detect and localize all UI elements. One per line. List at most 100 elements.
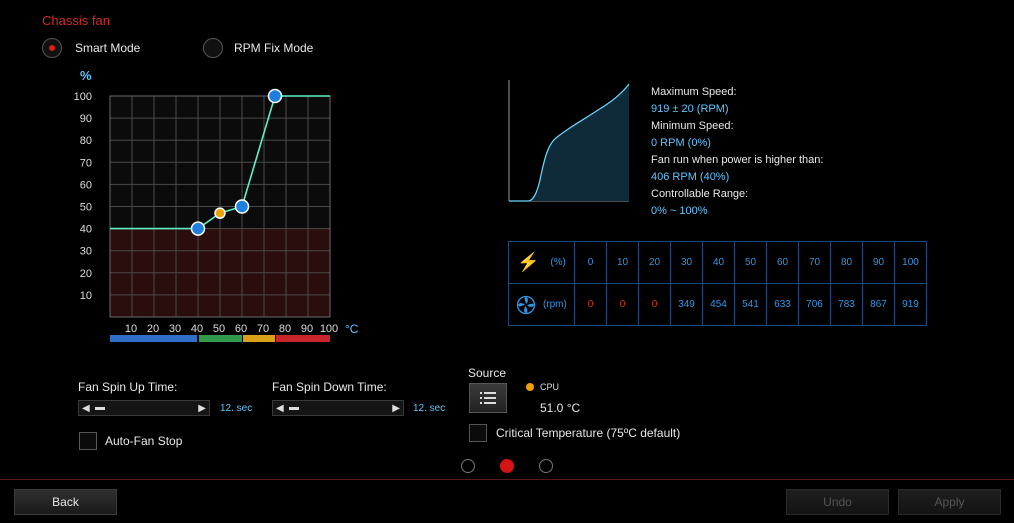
- temperature-band-segment: [276, 335, 330, 342]
- controllable-range-value: 0% ~ 100%: [651, 205, 708, 217]
- critical-temperature-label[interactable]: Critical Temperature (75ºC default): [496, 426, 680, 440]
- footer-divider: [0, 479, 1014, 480]
- x-tick-label: 40: [191, 323, 203, 335]
- auto-fan-stop-label[interactable]: Auto-Fan Stop: [105, 434, 182, 448]
- fan-icon: [517, 295, 536, 314]
- percent-cell: 100: [894, 241, 927, 284]
- x-tick-label: 10: [125, 323, 137, 335]
- spin-down-value: 12. sec: [413, 403, 446, 414]
- x-tick-label: 60: [235, 323, 247, 335]
- back-button[interactable]: Back: [14, 489, 117, 515]
- y-tick-label: 20: [80, 268, 92, 280]
- x-tick-label: 70: [257, 323, 269, 335]
- rpm-cell: 783: [830, 283, 863, 326]
- auto-fan-stop-checkbox[interactable]: [79, 432, 97, 450]
- lightning-icon: ⚡: [517, 252, 540, 272]
- temperature-color-bands: [110, 335, 330, 342]
- percent-cell: 80: [830, 241, 863, 284]
- y-tick-label: 60: [80, 179, 92, 191]
- curve-point-handle[interactable]: [267, 88, 283, 104]
- y-tick-label: 10: [80, 290, 92, 302]
- rpm-cell: 0: [638, 283, 671, 326]
- x-tick-label: 80: [279, 323, 291, 335]
- power-threshold-label: Fan run when power is higher than:: [651, 154, 824, 166]
- rpm-cell: 633: [766, 283, 799, 326]
- x-tick-label: 100: [320, 323, 338, 335]
- speed-preview-graph: [508, 80, 630, 202]
- rpm-cell: 706: [798, 283, 831, 326]
- temperature-band-segment: [243, 335, 275, 342]
- page-dot-1[interactable]: [461, 459, 475, 473]
- x-unit-label: °C: [345, 322, 359, 336]
- page-dot-2[interactable]: [500, 459, 514, 473]
- rpm-cell: 0: [606, 283, 639, 326]
- percent-cell: 10: [606, 241, 639, 284]
- y-tick-label: 30: [80, 246, 92, 258]
- y-tick-label: 90: [80, 113, 92, 125]
- rpm-cell: 454: [702, 283, 735, 326]
- percent-cell: 50: [734, 241, 767, 284]
- spin-down-decrease-icon[interactable]: ◀: [276, 403, 284, 414]
- source-select-button[interactable]: [469, 383, 507, 413]
- spin-down-increase-icon[interactable]: ▶: [392, 403, 400, 414]
- x-axis-labels: 10 20 30 40 50 60 70 80 90 100: [125, 323, 338, 335]
- rpm-cell: 0: [574, 283, 607, 326]
- curve-point-handle[interactable]: [190, 221, 206, 236]
- curve-midpoint-handle[interactable]: [214, 207, 226, 219]
- spin-down-slider[interactable]: ◀ ▶: [272, 400, 404, 416]
- percent-cell: 70: [798, 241, 831, 284]
- percent-row: ⚡ (%) 0 10 20 30 40 50 60 70 80 90 100: [508, 241, 927, 284]
- speed-info: Maximum Speed: 919 ± 20 (RPM) Minimum Sp…: [651, 84, 823, 220]
- percent-cell: 40: [702, 241, 735, 284]
- spin-up-decrease-icon[interactable]: ◀: [82, 403, 90, 414]
- rpm-header-cell: (rpm): [508, 283, 575, 326]
- percent-cell: 0: [574, 241, 607, 284]
- spin-up-value: 12. sec: [220, 403, 253, 414]
- spin-up-slider-thumb[interactable]: [95, 407, 105, 410]
- percent-cell: 60: [766, 241, 799, 284]
- rpm-cell: 867: [862, 283, 895, 326]
- max-speed-label: Maximum Speed:: [651, 86, 737, 98]
- y-tick-label: 40: [80, 224, 92, 236]
- spin-up-slider[interactable]: ◀ ▶: [78, 400, 210, 416]
- source-sensor-name: CPU: [540, 382, 560, 392]
- percent-cell: 30: [670, 241, 703, 284]
- x-tick-label: 20: [147, 323, 159, 335]
- spin-down-label: Fan Spin Down Time:: [272, 380, 387, 394]
- fan-curve-chart[interactable]: 100 90 80 70 60 50 40 30 20 10 10 20 30 40 50 60 70 80 90…: [0, 0, 380, 350]
- power-threshold-value: 406 RPM (40%): [651, 171, 730, 183]
- min-speed-value: 0 RPM (0%): [651, 137, 711, 149]
- percent-cell: 20: [638, 241, 671, 284]
- min-speed-label: Minimum Speed:: [651, 120, 734, 132]
- y-axis-labels: 100 90 80 70 60 50 40 30 20 10: [74, 91, 92, 302]
- spin-down-slider-thumb[interactable]: [289, 407, 299, 410]
- rpm-cell: 919: [894, 283, 927, 326]
- curve-point-handle[interactable]: [234, 199, 250, 214]
- percent-cell: 90: [862, 241, 895, 284]
- critical-temperature-checkbox[interactable]: [469, 424, 487, 442]
- spin-up-increase-icon[interactable]: ▶: [198, 403, 206, 414]
- page-dot-3[interactable]: [539, 459, 553, 473]
- percent-header: (%): [550, 257, 566, 269]
- rpm-cell: 541: [734, 283, 767, 326]
- sensor-status-dot: [526, 383, 534, 391]
- max-speed-value: 919 ± 20 (RPM): [651, 103, 729, 115]
- apply-button[interactable]: Apply: [898, 489, 1001, 515]
- rpm-row: (rpm) 0 0 0 349 454 541 633 706 783 867 919: [508, 283, 927, 326]
- undo-button[interactable]: Undo: [786, 489, 889, 515]
- y-tick-label: 100: [74, 91, 92, 103]
- rpm-cell: 349: [670, 283, 703, 326]
- x-tick-label: 50: [213, 323, 225, 335]
- source-temperature: 51.0 °C: [540, 401, 581, 415]
- spin-up-label: Fan Spin Up Time:: [78, 380, 178, 394]
- y-tick-label: 50: [80, 202, 92, 214]
- temperature-band-segment: [110, 335, 197, 342]
- temperature-band-segment: [199, 335, 242, 342]
- y-tick-label: 80: [80, 135, 92, 147]
- x-tick-label: 30: [169, 323, 181, 335]
- y-tick-label: 70: [80, 157, 92, 169]
- controllable-range-label: Controllable Range:: [651, 188, 749, 200]
- source-label: Source: [468, 366, 507, 380]
- rpm-header: (rpm): [542, 299, 567, 311]
- percent-header-cell: ⚡ (%): [508, 241, 575, 284]
